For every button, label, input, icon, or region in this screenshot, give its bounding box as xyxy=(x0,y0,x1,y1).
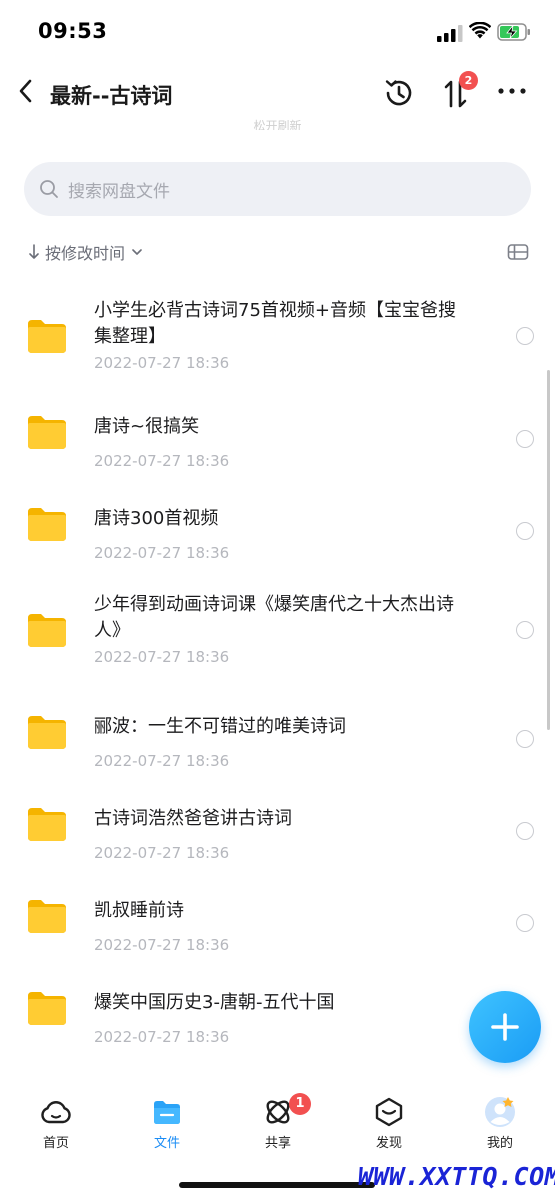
more-options-icon[interactable] xyxy=(497,85,527,97)
view-mode-toggle-icon[interactable] xyxy=(507,243,529,261)
file-modified-date: 2022-07-27 18:36 xyxy=(94,544,230,562)
file-name: 唐诗~很搞笑 xyxy=(94,416,200,437)
wifi-icon xyxy=(469,22,491,39)
file-row[interactable]: 唐诗~很搞笑 2022-07-27 18:36 xyxy=(0,400,555,470)
file-name: 小学生必背古诗词75首视频+音频【宝宝爸搜集整理】 xyxy=(94,300,456,347)
add-upload-button[interactable] xyxy=(469,991,541,1063)
file-name: 少年得到动画诗词课《爆笑唐代之十大杰出诗人》 xyxy=(94,594,454,641)
sort-by-modified-button[interactable]: 按修改时间 xyxy=(27,240,143,264)
tab-label-files: 文件 xyxy=(153,1136,180,1151)
share-notification-badge: 1 xyxy=(289,1093,311,1115)
select-checkbox[interactable] xyxy=(516,327,534,345)
file-name: 爆笑中国历史3-唐朝-五代十国 xyxy=(94,992,335,1013)
search-icon xyxy=(40,180,58,198)
folder-tab-icon xyxy=(154,1101,180,1124)
tab-label-home: 首页 xyxy=(42,1136,69,1151)
file-name: 古诗词浩然爸爸讲古诗词 xyxy=(94,808,292,829)
home-indicator xyxy=(179,1182,375,1188)
select-checkbox[interactable] xyxy=(516,430,534,448)
plus-icon xyxy=(491,1013,519,1041)
folder-icon xyxy=(28,900,66,933)
watermark: WWW.XXTTQ.COM xyxy=(358,1162,555,1191)
folder-icon xyxy=(28,992,66,1025)
file-modified-date: 2022-07-27 18:36 xyxy=(94,452,230,470)
back-arrow-icon[interactable] xyxy=(14,76,40,106)
file-row[interactable]: 少年得到动画诗词课《爆笑唐代之十大杰出诗人》 2022-07-27 18:36 xyxy=(0,584,555,676)
search-placeholder: 搜索网盘文件 xyxy=(68,182,170,202)
sort-label: 按修改时间 xyxy=(45,244,126,263)
screen: 09:53 最新--古诗词 2 松开刷新 搜索网盘文件 按修改时间 小学生必背古… xyxy=(0,0,555,1200)
file-name: 郦波：一生不可错过的唯美诗词 xyxy=(94,716,346,737)
sort-down-arrow-icon xyxy=(29,244,39,259)
search-input[interactable]: 搜索网盘文件 xyxy=(24,162,531,216)
status-bar: 09:53 xyxy=(0,0,555,66)
file-modified-date: 2022-07-27 18:36 xyxy=(94,354,230,372)
tab-profile[interactable]: 我的 xyxy=(460,1096,540,1156)
transfer-count-badge: 2 xyxy=(459,71,478,90)
discover-cube-icon xyxy=(375,1097,403,1127)
file-name: 凯叔睡前诗 xyxy=(94,900,184,921)
select-checkbox[interactable] xyxy=(516,621,534,639)
file-modified-date: 2022-07-27 18:36 xyxy=(94,1028,230,1046)
avatar xyxy=(485,1097,515,1127)
cloud-home-icon xyxy=(41,1101,71,1124)
tab-label-share: 共享 xyxy=(264,1136,291,1151)
folder-icon xyxy=(28,320,66,353)
select-checkbox[interactable] xyxy=(516,822,534,840)
scroll-indicator[interactable] xyxy=(547,370,550,730)
file-modified-date: 2022-07-27 18:36 xyxy=(94,844,230,862)
tab-label-discover: 发现 xyxy=(375,1136,402,1151)
file-name: 唐诗300首视频 xyxy=(94,508,219,529)
select-checkbox[interactable] xyxy=(516,730,534,748)
cellular-signal-icon xyxy=(437,25,463,42)
file-modified-date: 2022-07-27 18:36 xyxy=(94,752,230,770)
file-row[interactable]: 唐诗300首视频 2022-07-27 18:36 xyxy=(0,492,555,562)
select-checkbox[interactable] xyxy=(516,914,534,932)
status-time: 09:53 xyxy=(38,19,108,43)
folder-icon xyxy=(28,614,66,647)
folder-icon xyxy=(28,416,66,449)
file-row[interactable]: 凯叔睡前诗 2022-07-27 18:36 xyxy=(0,884,555,954)
sort-row: 按修改时间 xyxy=(0,236,555,268)
folder-icon xyxy=(28,808,66,841)
folder-icon xyxy=(28,716,66,749)
file-row[interactable]: 小学生必背古诗词75首视频+音频【宝宝爸搜集整理】 2022-07-27 18:3… xyxy=(0,290,555,382)
chevron-down-icon xyxy=(132,249,142,255)
folder-icon xyxy=(28,508,66,541)
file-row[interactable]: 古诗词浩然爸爸讲古诗词 2022-07-27 18:36 xyxy=(0,792,555,862)
tab-discover[interactable]: 发现 xyxy=(349,1096,429,1156)
file-modified-date: 2022-07-27 18:36 xyxy=(94,648,230,666)
page-title: 最新--古诗词 xyxy=(50,84,173,108)
tab-files[interactable]: 文件 xyxy=(127,1096,207,1156)
file-modified-date: 2022-07-27 18:36 xyxy=(94,936,230,954)
tab-label-profile: 我的 xyxy=(486,1136,513,1151)
pull-refresh-hint: 松开刷新 xyxy=(253,119,302,130)
history-clock-icon[interactable] xyxy=(382,76,416,110)
select-checkbox[interactable] xyxy=(516,522,534,540)
tab-home[interactable]: 首页 xyxy=(16,1096,96,1156)
battery-charging-icon xyxy=(497,23,530,41)
file-row[interactable]: 郦波：一生不可错过的唯美诗词 2022-07-27 18:36 xyxy=(0,700,555,770)
